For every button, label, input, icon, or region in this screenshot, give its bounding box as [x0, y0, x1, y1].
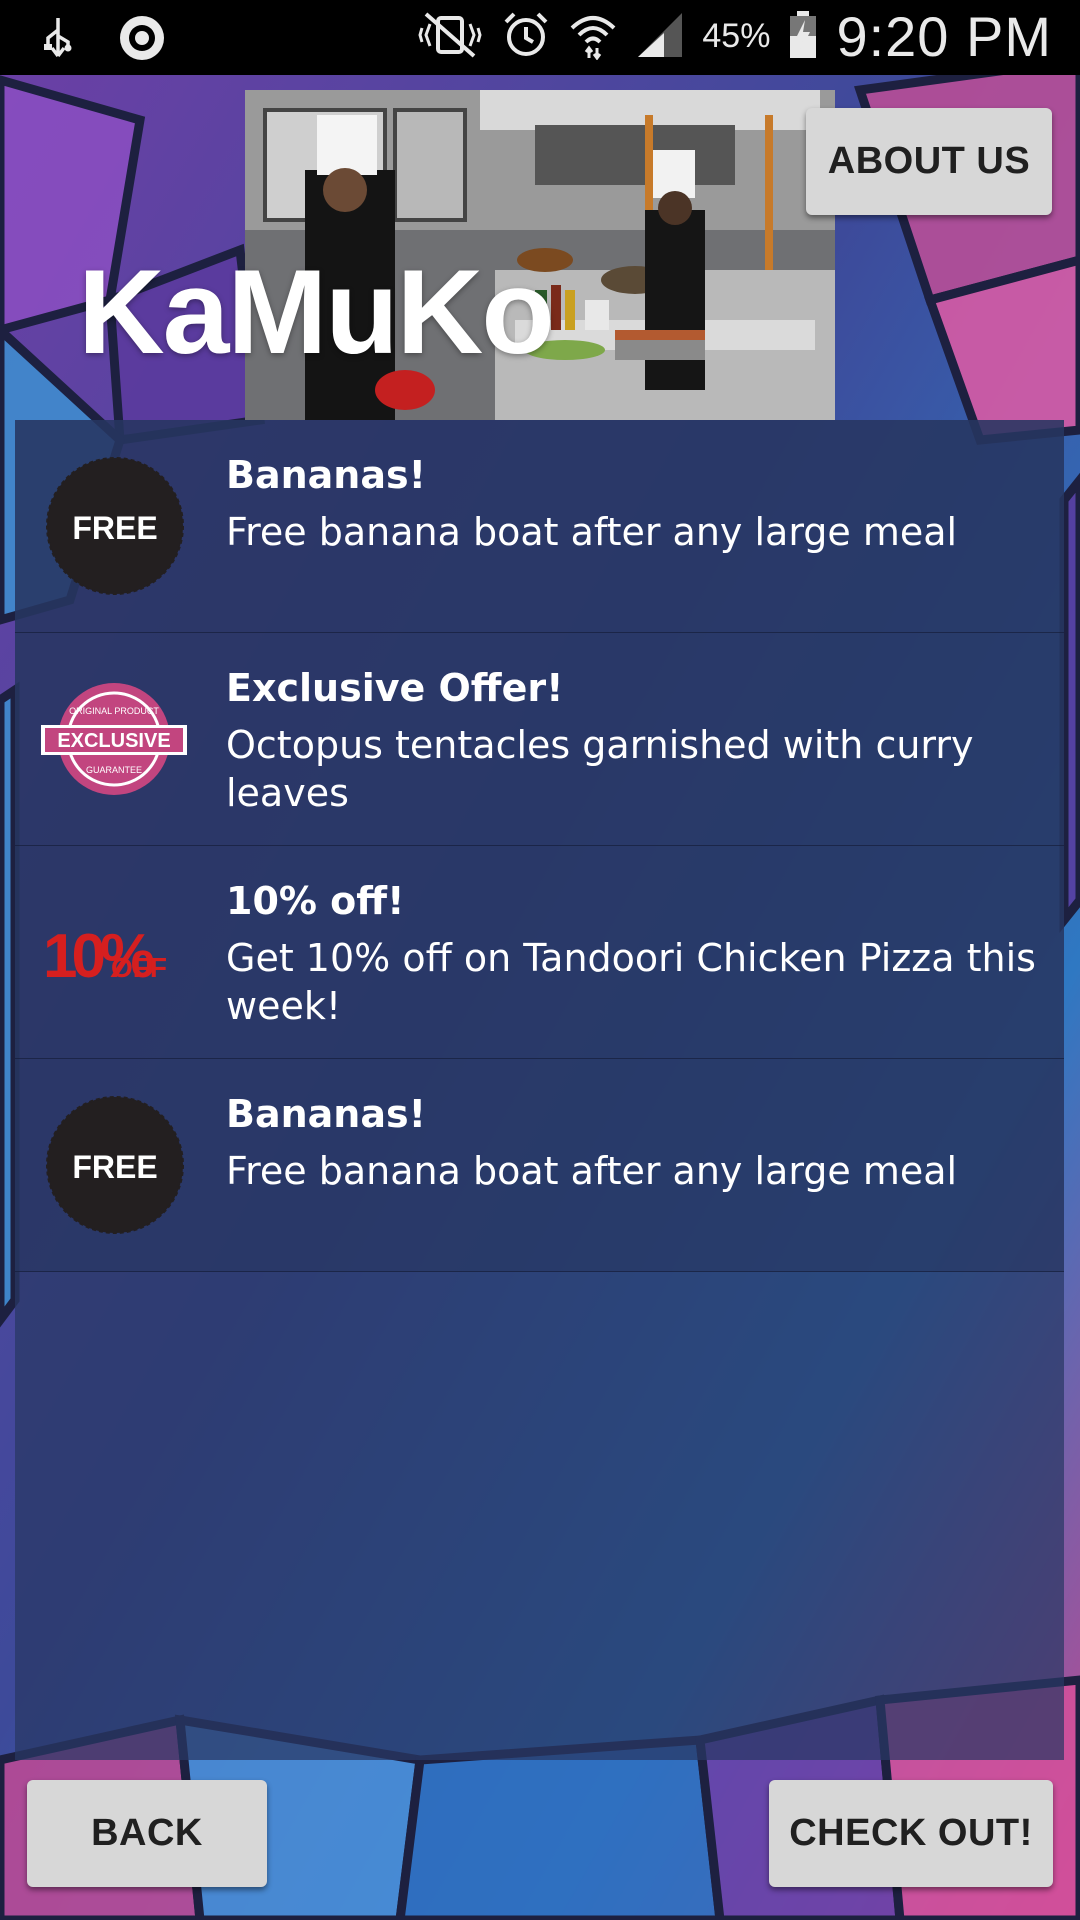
wifi-icon — [568, 10, 618, 64]
offer-item[interactable]: FREE Bananas! Free banana boat after any… — [15, 1059, 1064, 1272]
status-bar-left — [40, 12, 168, 68]
about-us-button[interactable]: ABOUT US — [806, 108, 1052, 215]
battery-charging-icon — [788, 10, 818, 64]
offer-badge-bottom-text: GUARANTEE — [86, 765, 142, 775]
circular-notification-icon — [116, 12, 168, 68]
offer-item[interactable]: FREE Bananas! Free banana boat after any… — [15, 420, 1064, 633]
header: KaMuKo ABOUT US — [0, 75, 1080, 420]
offer-title: Exclusive Offer! — [226, 666, 564, 710]
clock-time: 9:20 PM — [836, 5, 1052, 68]
offer-item[interactable]: 10% OFF 10% off! Get 10% off on Tandoori… — [15, 846, 1064, 1059]
battery-percent: 45% — [702, 17, 771, 55]
check-out-button[interactable]: CHECK OUT! — [769, 1780, 1053, 1887]
offer-description: Octopus tentacles garnished with curry l… — [226, 723, 974, 815]
status-bar-right: 45% 9:20 PM — [416, 4, 1052, 69]
free-badge-icon: FREE — [45, 1095, 185, 1235]
offer-title: Bananas! — [226, 453, 426, 497]
offer-title: Bananas! — [226, 1092, 426, 1136]
ten-percent-off-icon: 10% OFF — [43, 882, 185, 1022]
offer-badge-text: FREE — [72, 1149, 157, 1185]
usb-icon — [40, 14, 76, 66]
brand-title: KaMuKo — [78, 245, 555, 379]
offer-item[interactable]: EXCLUSIVE ORIGINAL PRODUCT GUARANTEE Exc… — [15, 633, 1064, 846]
offer-badge-text: EXCLUSIVE — [57, 730, 170, 752]
offers-panel: FREE Bananas! Free banana boat after any… — [15, 420, 1064, 1760]
offer-badge-top-text: ORIGINAL PRODUCT — [69, 706, 159, 716]
offers-list: FREE Bananas! Free banana boat after any… — [15, 420, 1064, 1272]
offer-title: 10% off! — [226, 879, 405, 923]
free-badge-icon: FREE — [45, 456, 185, 596]
offer-description: Get 10% off on Tandoori Chicken Pizza th… — [226, 936, 1036, 1028]
vibrate-mute-icon — [416, 10, 484, 64]
offer-badge-text: FREE — [72, 510, 157, 546]
cell-signal-icon — [636, 11, 684, 63]
offer-badge-sub-text: OFF — [111, 952, 167, 983]
back-button[interactable]: BACK — [27, 1780, 267, 1887]
exclusive-badge-icon: EXCLUSIVE ORIGINAL PRODUCT GUARANTEE — [41, 669, 187, 809]
offer-description: Free banana boat after any large meal — [226, 1149, 958, 1193]
alarm-clock-icon — [502, 10, 550, 64]
offer-description: Free banana boat after any large meal — [226, 510, 958, 554]
status-bar: 45% 9:20 PM — [0, 0, 1080, 75]
